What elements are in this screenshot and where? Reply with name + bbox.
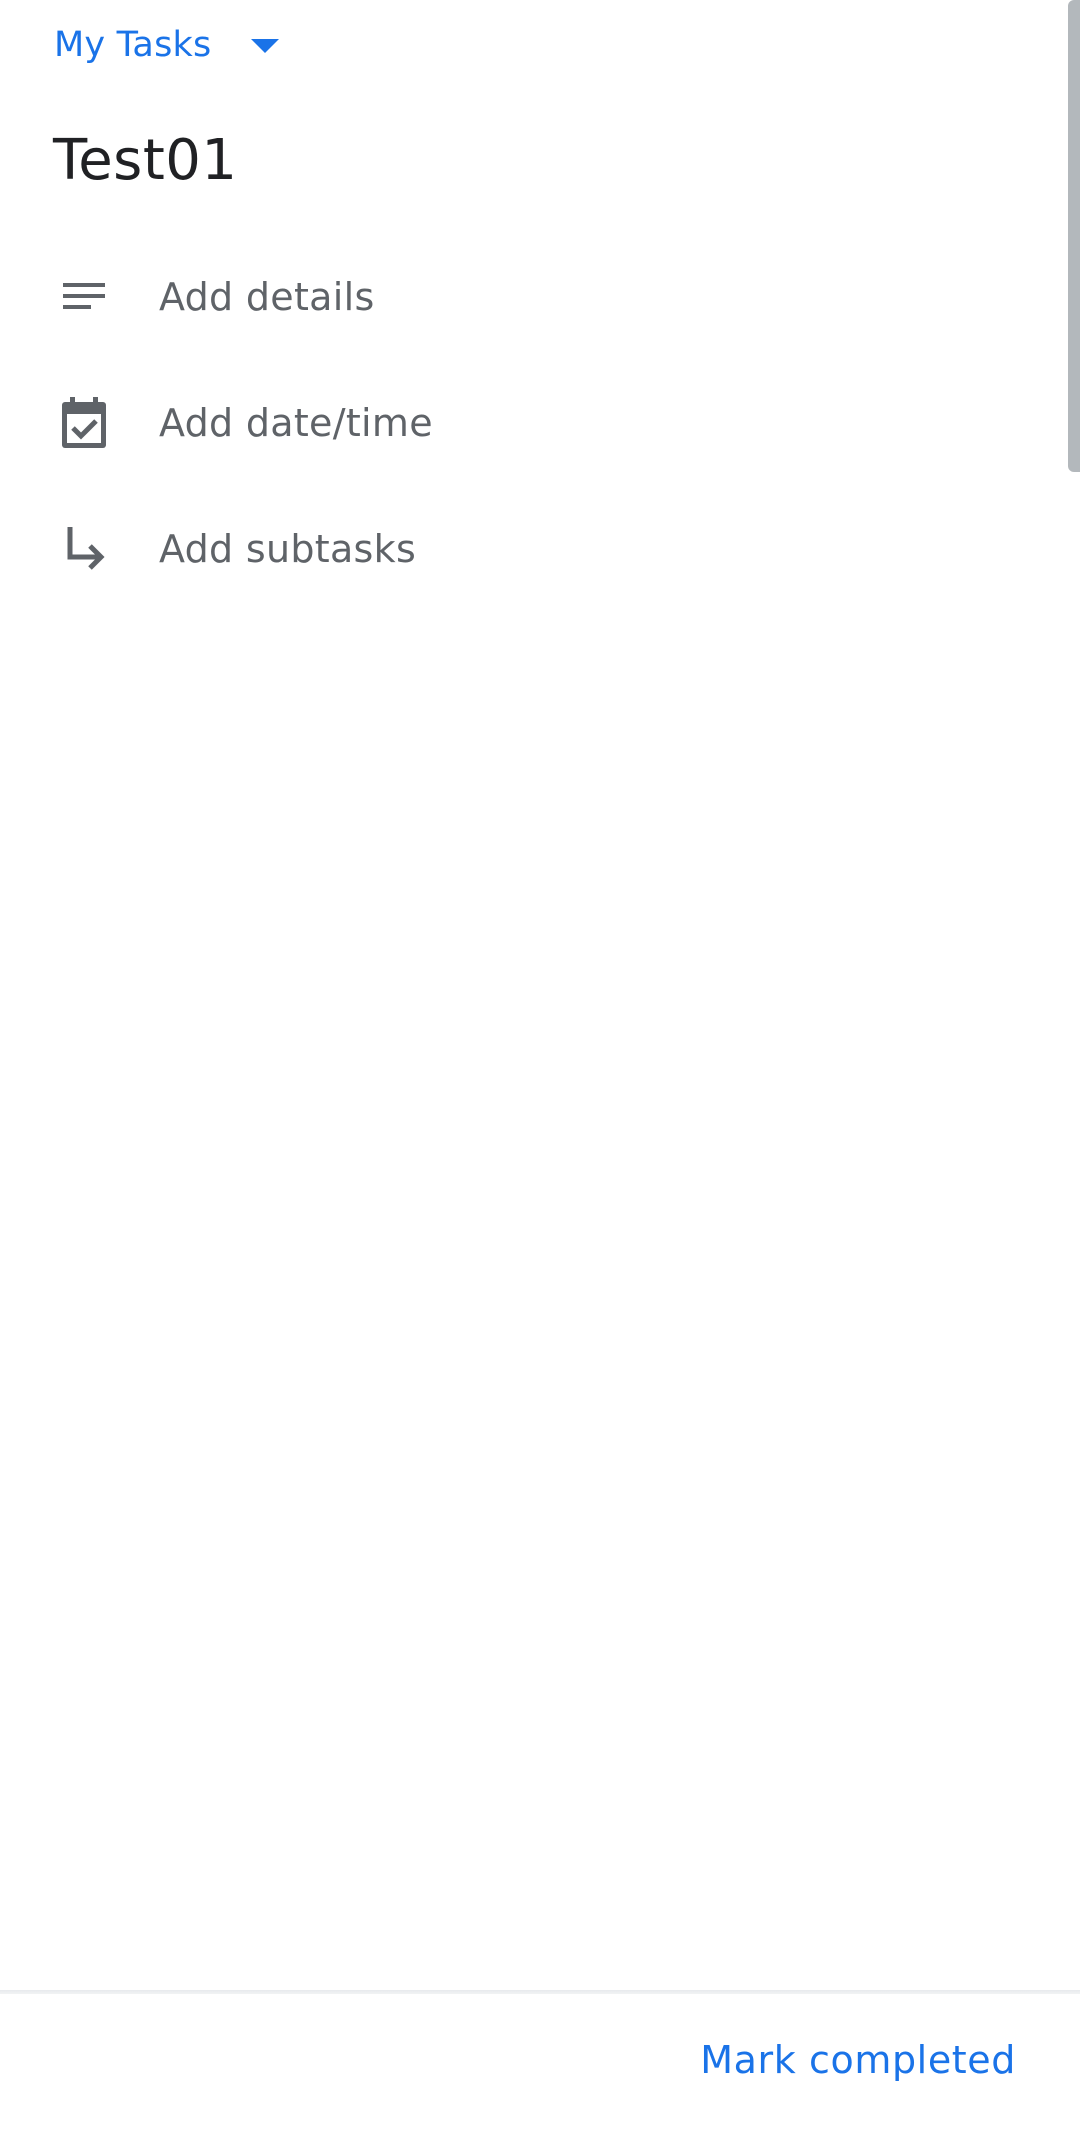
calendar-check-icon: [58, 397, 110, 449]
add-date-time-label: Add date/time: [159, 401, 433, 445]
add-details-label: Add details: [159, 275, 375, 319]
list-name-label: My Tasks: [54, 25, 212, 65]
scrollbar[interactable]: [1068, 0, 1080, 472]
subdirectory-arrow-icon: [58, 523, 110, 575]
notes-lines-icon: [58, 271, 110, 323]
add-details-row[interactable]: Add details: [0, 234, 1060, 360]
add-date-time-row[interactable]: Add date/time: [0, 360, 1060, 486]
arrow-drop-down-icon: [251, 39, 280, 53]
task-title[interactable]: Test01: [53, 128, 238, 193]
mark-completed-button[interactable]: Mark completed: [700, 2038, 1016, 2082]
list-selector-dropdown[interactable]: My Tasks: [54, 18, 280, 72]
add-subtasks-row[interactable]: Add subtasks: [0, 486, 1060, 612]
add-subtasks-label: Add subtasks: [159, 527, 417, 571]
